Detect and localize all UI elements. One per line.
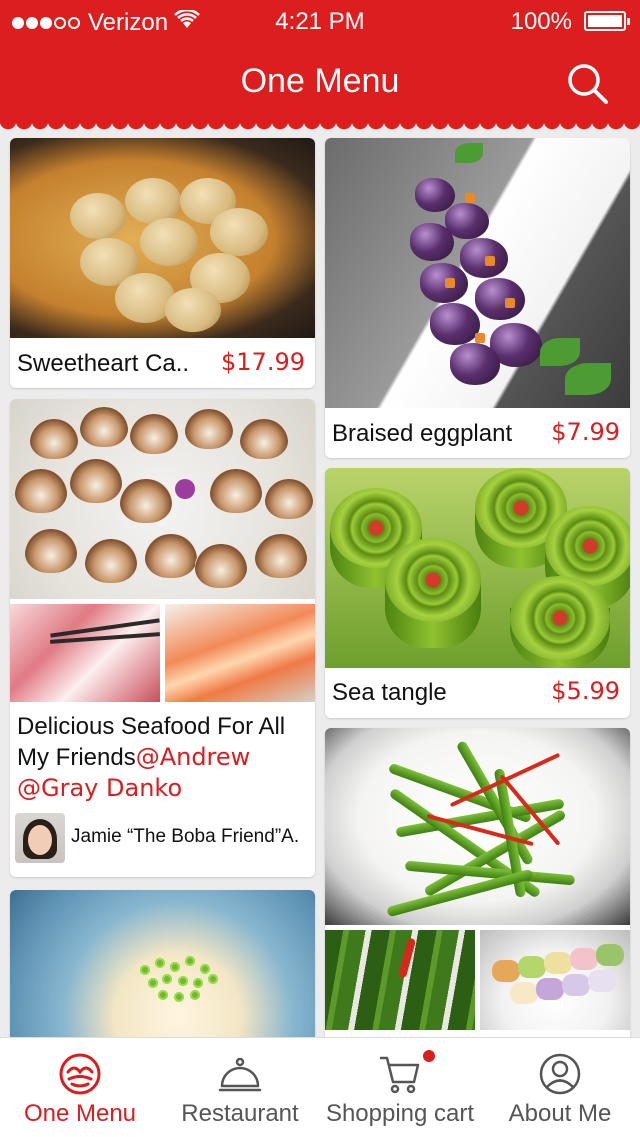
dish-photo — [10, 138, 315, 338]
app-header: Verizon 4:21 PM 100% One Menu — [0, 0, 640, 130]
post-thumb-beef — [10, 604, 160, 702]
tab-shopping-cart[interactable]: Shopping cart — [320, 1038, 480, 1137]
mention-andrew[interactable]: @Andrew — [136, 743, 251, 771]
tab-bar: One Menu Restaurant Shopping cart About … — [0, 1037, 640, 1137]
dish-name: Sea tangle — [332, 679, 447, 706]
dish-price: $5.99 — [551, 677, 620, 705]
tab-about-me[interactable]: About Me — [480, 1038, 640, 1137]
dish-card-sweetheart-cake[interactable]: Sweetheart Ca.. $17.99 — [10, 138, 315, 388]
status-bar: Verizon 4:21 PM 100% — [0, 0, 640, 40]
post-main-photo — [10, 399, 315, 599]
dish-price: $17.99 — [221, 348, 305, 376]
mention-gray-danko[interactable]: @Gray Danko — [17, 774, 182, 802]
dish-photo — [325, 468, 630, 668]
thumb-cucumber — [325, 930, 475, 1030]
dish-card-green-beans[interactable] — [325, 728, 630, 1068]
post-card-seafood[interactable]: Delicious Seafood For All My Friends@And… — [10, 399, 315, 877]
one-menu-logo-icon — [59, 1053, 101, 1095]
dish-card-sea-tangle[interactable]: Sea tangle $5.99 — [325, 468, 630, 718]
post-thumb-salmon — [165, 604, 315, 702]
dish-photo — [325, 138, 630, 408]
cart-icon — [379, 1056, 420, 1094]
cart-badge — [423, 1050, 435, 1062]
dish-name: Sweetheart Ca.. — [17, 350, 190, 377]
author-avatar[interactable] — [15, 813, 65, 863]
tab-label: About Me — [508, 1100, 612, 1127]
battery-icon — [584, 11, 630, 31]
dish-photo — [325, 728, 630, 925]
author-name[interactable]: Jamie “The Boba Friend”A. — [71, 826, 299, 848]
dish-name: Braised eggplant — [332, 420, 513, 447]
tab-label: Restaurant — [181, 1100, 299, 1127]
thumb-mochi — [480, 930, 630, 1030]
battery-percentage: 100% — [510, 8, 572, 35]
search-button[interactable] — [566, 62, 610, 106]
dish-price: $7.99 — [551, 418, 620, 446]
post-line-2: My Friends — [17, 744, 136, 771]
user-icon — [539, 1053, 581, 1095]
post-line-1: Delicious Seafood For All — [17, 713, 286, 740]
search-icon — [568, 64, 608, 104]
post-text: Delicious Seafood For All My Friends@And… — [17, 711, 315, 804]
dish-card-braised-eggplant[interactable]: Braised eggplant $7.99 — [325, 138, 630, 458]
tab-label: One Menu — [23, 1100, 137, 1127]
cloche-icon — [218, 1057, 262, 1092]
tab-restaurant[interactable]: Restaurant — [160, 1038, 320, 1137]
tab-label: Shopping cart — [325, 1100, 475, 1127]
tab-one-menu[interactable]: One Menu — [0, 1038, 160, 1137]
page-title: One Menu — [240, 62, 400, 100]
